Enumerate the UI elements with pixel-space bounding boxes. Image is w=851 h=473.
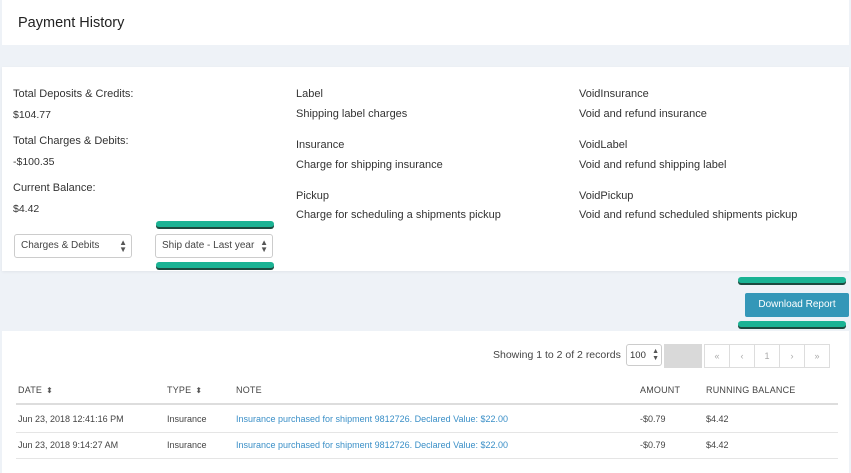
last-page-button[interactable]: » bbox=[804, 344, 830, 368]
cell-amount: -$0.79 bbox=[640, 414, 666, 424]
page-size-select[interactable]: 100 ▲ ▼ bbox=[626, 344, 662, 366]
cell-balance: $4.42 bbox=[706, 414, 729, 424]
payment-table-card: Showing 1 to 2 of 2 records 100 ▲ ▼ « ‹ 1… bbox=[2, 331, 849, 473]
legend-desc-voidlabel: Void and refund shipping label bbox=[579, 159, 727, 171]
highlight-bar bbox=[156, 262, 274, 268]
cell-note-link[interactable]: Insurance purchased for shipment 9812726… bbox=[236, 440, 508, 450]
charges-label: Total Charges & Debits: bbox=[13, 135, 129, 147]
cell-amount: -$0.79 bbox=[640, 440, 666, 450]
balance-value: $4.42 bbox=[13, 203, 40, 215]
prev-page-button[interactable]: ‹ bbox=[729, 344, 755, 368]
highlight-bar bbox=[156, 221, 274, 227]
page-1-button[interactable]: 1 bbox=[754, 344, 780, 368]
cell-type: Insurance bbox=[167, 414, 207, 424]
balance-label: Current Balance: bbox=[13, 182, 96, 194]
highlight-bar bbox=[738, 277, 846, 283]
page-title: Payment History bbox=[18, 15, 125, 31]
column-header-date-label: DATE bbox=[18, 385, 43, 395]
page-size-value: 100 bbox=[630, 350, 646, 361]
date-range-select[interactable]: Ship date - Last year ▲ ▼ bbox=[155, 234, 273, 258]
sort-arrows-icon: ⬍ bbox=[46, 386, 54, 395]
legend-name-pickup: Pickup bbox=[296, 190, 330, 202]
cell-date: Jun 23, 2018 9:14:27 AM bbox=[18, 440, 119, 450]
legend-desc-voidinsurance: Void and refund insurance bbox=[579, 108, 707, 120]
page-header: Payment History bbox=[2, 0, 849, 45]
date-range-value: Ship date - Last year bbox=[162, 240, 255, 251]
transaction-type-value: Charges & Debits bbox=[21, 240, 100, 251]
deposits-label: Total Deposits & Credits: bbox=[13, 88, 134, 100]
charges-value: -$100.35 bbox=[13, 156, 55, 168]
column-header-date[interactable]: DATE ⬍ bbox=[18, 385, 53, 395]
column-header-type[interactable]: TYPE ⬍ bbox=[167, 385, 202, 395]
cell-note-link[interactable]: Insurance purchased for shipment 9812726… bbox=[236, 414, 508, 424]
next-page-button[interactable]: › bbox=[779, 344, 805, 368]
legend-name-insurance: Insurance bbox=[296, 139, 345, 151]
row-divider bbox=[16, 458, 838, 459]
cell-balance: $4.42 bbox=[706, 440, 729, 450]
legend-name-voidpickup: VoidPickup bbox=[579, 190, 634, 202]
legend-name-voidlabel: VoidLabel bbox=[579, 139, 628, 151]
cell-date: Jun 23, 2018 12:41:16 PM bbox=[18, 414, 124, 424]
download-report-button[interactable]: Download Report bbox=[745, 293, 849, 317]
column-header-running-balance: RUNNING BALANCE bbox=[706, 385, 796, 395]
highlight-bar bbox=[738, 321, 846, 327]
row-divider bbox=[16, 432, 838, 433]
updown-caret-icon: ▲ ▼ bbox=[652, 348, 659, 362]
column-header-note: NOTE bbox=[236, 385, 262, 395]
records-summary: Showing 1 to 2 of 2 records bbox=[493, 349, 621, 361]
updown-caret-icon: ▲ ▼ bbox=[119, 238, 127, 254]
legend-desc-insurance: Charge for shipping insurance bbox=[296, 159, 443, 171]
first-page-button[interactable]: « bbox=[704, 344, 730, 368]
pager-placeholder bbox=[664, 344, 702, 368]
cell-type: Insurance bbox=[167, 440, 207, 450]
legend-desc-pickup: Charge for scheduling a shipments pickup bbox=[296, 209, 501, 221]
updown-caret-icon: ▲ ▼ bbox=[260, 238, 268, 254]
legend-name-label: Label bbox=[296, 88, 323, 100]
legend-desc-label: Shipping label charges bbox=[296, 108, 408, 120]
legend-desc-voidpickup: Void and refund scheduled shipments pick… bbox=[579, 209, 798, 221]
deposits-value: $104.77 bbox=[13, 109, 51, 121]
legend-name-voidinsurance: VoidInsurance bbox=[579, 88, 649, 100]
column-header-type-label: TYPE bbox=[167, 385, 192, 395]
transaction-type-select[interactable]: Charges & Debits ▲ ▼ bbox=[14, 234, 132, 258]
table-header-divider bbox=[16, 403, 838, 405]
sort-arrows-icon: ⬍ bbox=[195, 386, 203, 395]
summary-card: Total Deposits & Credits: $104.77 Total … bbox=[2, 67, 849, 271]
column-header-amount: AMOUNT bbox=[640, 385, 681, 395]
pagination: « ‹ 1 › » bbox=[704, 344, 830, 368]
